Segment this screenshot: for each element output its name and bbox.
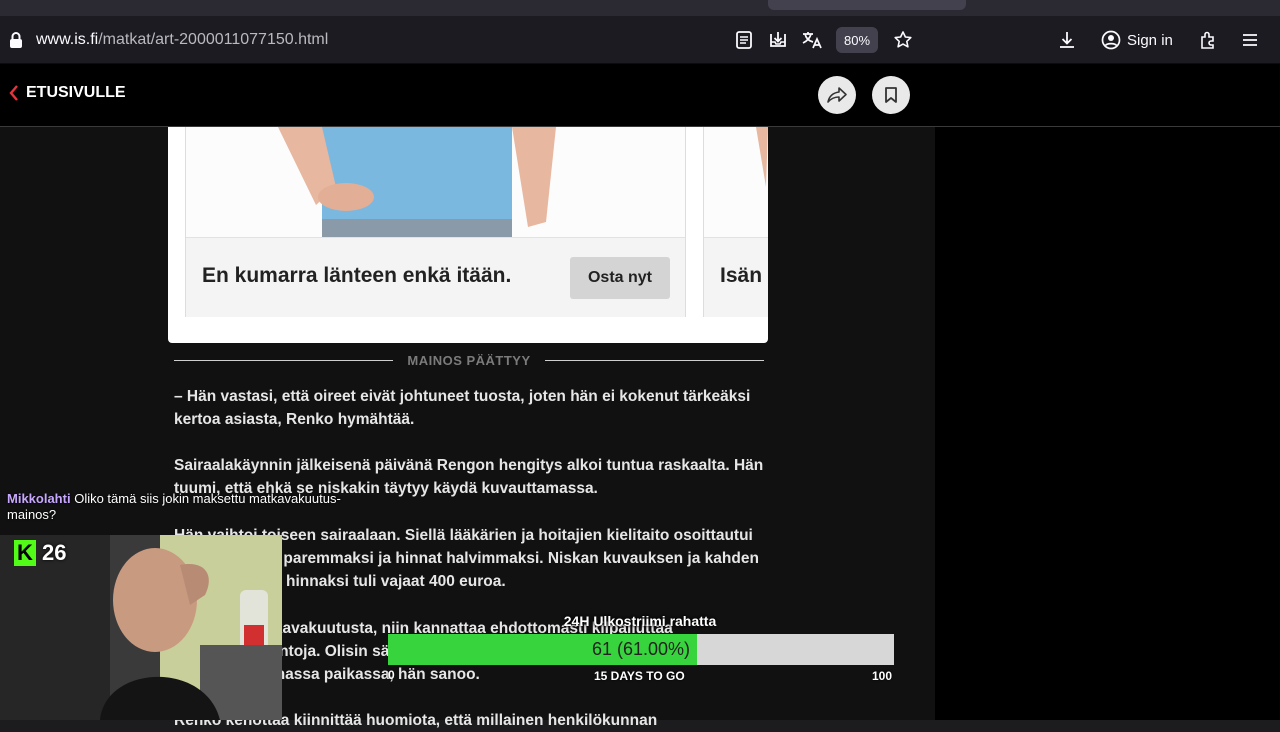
chevron-left-icon xyxy=(9,85,18,101)
ad-product-image xyxy=(186,127,685,237)
back-to-frontpage-link[interactable]: ETUSIVULLE xyxy=(8,84,126,102)
ad-product-image-next xyxy=(704,127,768,237)
save-page-icon[interactable] xyxy=(764,26,792,54)
goal-max-label: 100 xyxy=(872,669,893,683)
goal-title: 24H Ulkostriimi rahatta xyxy=(563,613,717,629)
article-paragraph: – Hän vastasi, että oireet eivät johtune… xyxy=(174,388,751,428)
bookmark-star-icon[interactable] xyxy=(889,26,917,54)
share-icon xyxy=(827,87,847,103)
ad-end-label: MAINOS PÄÄTTYY xyxy=(407,352,531,368)
site-header: ETUSIVULLE xyxy=(0,64,1280,127)
chat-username: Mikkolahti xyxy=(7,491,71,506)
goal-min-label: 0 xyxy=(388,668,395,682)
translate-icon[interactable] xyxy=(798,26,826,54)
active-tab[interactable] xyxy=(768,0,966,10)
goal-days-left: 15 DAYS TO GO xyxy=(594,669,685,683)
share-button[interactable] xyxy=(818,76,856,114)
ad-product-text: En kumarra länteen enkä itään. xyxy=(202,264,512,287)
viewer-count: 26 xyxy=(42,540,67,565)
right-margin xyxy=(935,127,1280,720)
ad-caption-next: Isän xyxy=(704,237,768,317)
bookmark-icon xyxy=(885,87,897,103)
divider-line-left xyxy=(174,359,394,361)
stream-chat-message: Mikkolahti Oliko tämä siis jokin maksett… xyxy=(7,491,367,523)
url-path: /matkat/art-2000011077150.html xyxy=(98,31,329,48)
divider-line-right xyxy=(544,359,765,361)
viewer-count-badge: K 26 xyxy=(14,540,66,566)
kick-logo-icon: K xyxy=(14,540,36,566)
downloads-icon[interactable] xyxy=(1053,26,1081,54)
sign-in-button[interactable]: Sign in xyxy=(1093,22,1181,58)
goal-progress-value: 61 (61.00%) xyxy=(591,639,691,659)
back-label: ETUSIVULLE xyxy=(26,84,126,101)
ad-carousel: En kumarra länteen enkä itään. Osta nyt … xyxy=(168,127,768,343)
menu-icon[interactable] xyxy=(1236,26,1264,54)
ad-card-next[interactable]: Isän xyxy=(703,127,768,317)
account-icon xyxy=(1101,30,1121,50)
ad-caption: En kumarra länteen enkä itään. Osta nyt xyxy=(186,237,685,317)
lock-icon[interactable] xyxy=(2,26,30,54)
buy-now-button[interactable]: Osta nyt xyxy=(570,257,670,299)
ad-card[interactable]: En kumarra länteen enkä itään. Osta nyt xyxy=(185,127,686,317)
url-bar[interactable]: www.is.fi/matkat/art-2000011077150.html xyxy=(36,31,328,49)
goal-progress-bar: 61 (61.00%) xyxy=(388,634,894,665)
ad-end-divider: MAINOS PÄÄTTYY xyxy=(174,350,765,370)
url-host: www.is.fi xyxy=(36,31,99,48)
extensions-icon[interactable] xyxy=(1194,26,1222,54)
sign-in-label: Sign in xyxy=(1127,31,1173,49)
tab-strip xyxy=(0,0,1280,16)
bookmark-button[interactable] xyxy=(872,76,910,114)
browser-toolbar: www.is.fi/matkat/art-2000011077150.html … xyxy=(0,16,1280,64)
ad-product-text-next: Isän xyxy=(720,264,763,287)
reader-view-icon[interactable] xyxy=(730,26,758,54)
zoom-level-badge[interactable]: 80% xyxy=(836,27,878,53)
